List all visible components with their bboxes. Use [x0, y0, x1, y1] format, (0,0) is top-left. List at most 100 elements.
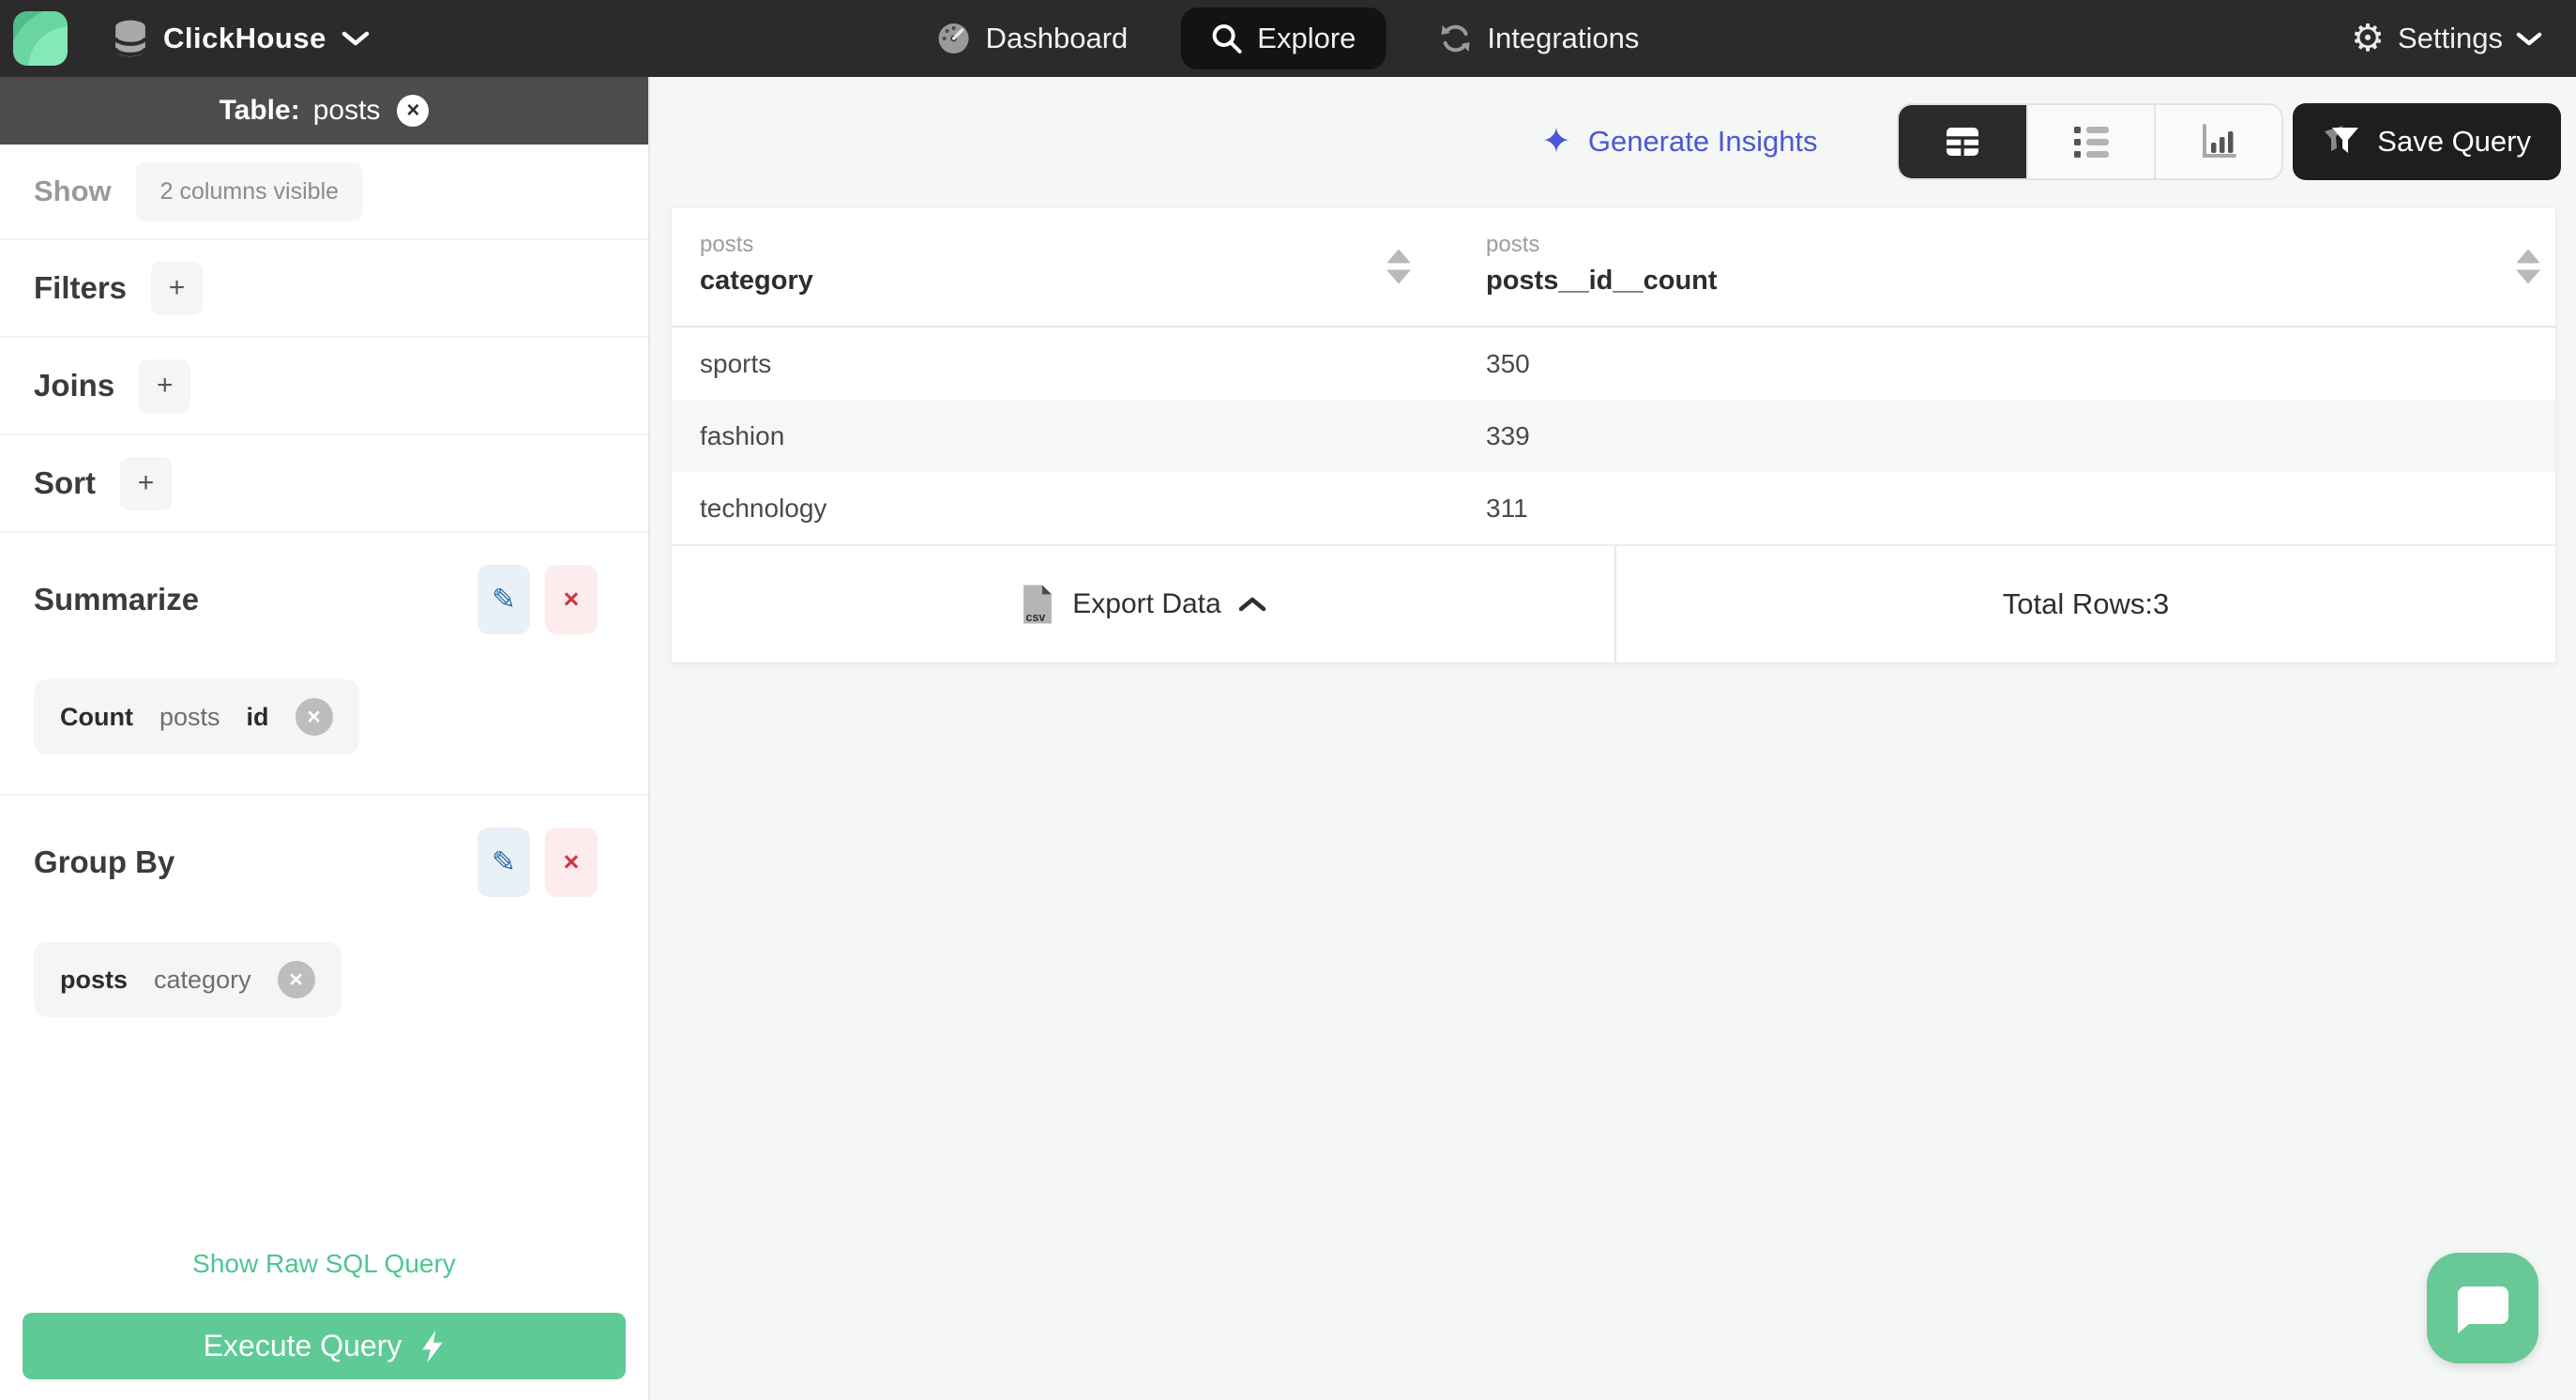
save-query-button[interactable]: Save Query	[2293, 103, 2561, 180]
database-icon	[114, 20, 147, 57]
export-data-button[interactable]: csv Export Data	[672, 546, 1616, 662]
summarize-label: Summarize	[34, 582, 200, 616]
table-row[interactable]: fashion 339	[672, 400, 2555, 472]
chip-aggregate: Count	[60, 702, 133, 731]
table-row[interactable]: sports 350	[672, 327, 2555, 400]
chevron-down-icon	[341, 31, 370, 46]
sync-icon	[1441, 24, 1470, 53]
funnel-icon	[2325, 126, 2359, 153]
table-footer: csv Export Data Total Rows:3	[672, 544, 2555, 662]
delete-x-icon: ×	[563, 584, 580, 615]
columns-visible-chip[interactable]: 2 columns visible	[135, 161, 364, 221]
chat-widget-button[interactable]	[2427, 1253, 2538, 1363]
sort-label: Sort	[34, 465, 96, 500]
table-view-toggle[interactable]	[1899, 105, 2026, 178]
column-header-count[interactable]: posts posts__id__count	[1458, 207, 2555, 326]
chat-bubble-icon	[2457, 1286, 2508, 1333]
total-rows-label: Total Rows:3	[2002, 587, 2170, 620]
gauge-icon	[938, 23, 969, 53]
nav-explore[interactable]: Explore	[1180, 8, 1386, 69]
chevron-up-icon	[1238, 597, 1265, 612]
main-nav: Dashboard Explore Integrations	[930, 0, 1647, 77]
nav-dashboard-label: Dashboard	[985, 22, 1129, 54]
nav-integrations[interactable]: Integrations	[1431, 8, 1646, 69]
group-by-chip: posts category ×	[34, 942, 341, 1017]
chip-column: category	[154, 965, 251, 994]
joins-label: Joins	[34, 368, 115, 403]
add-sort-button[interactable]: +	[120, 456, 172, 510]
sort-down-icon	[2516, 269, 2540, 284]
filters-section: Filters +	[0, 238, 648, 336]
show-raw-sql-link[interactable]: Show Raw SQL Query	[192, 1249, 456, 1279]
table-row[interactable]: technology 311	[672, 472, 2555, 544]
top-navbar: ClickHouse Dashboard Explore Integration…	[0, 0, 2576, 77]
nav-integrations-label: Integrations	[1487, 22, 1640, 54]
sort-toggle-category[interactable]	[1386, 249, 1411, 284]
table-name: posts	[312, 95, 381, 126]
export-data-label: Export Data	[1072, 588, 1221, 619]
bar-chart-icon	[2203, 124, 2236, 158]
cell-category: technology	[700, 493, 827, 523]
pencil-icon: ✎	[492, 845, 516, 878]
search-icon	[1212, 24, 1242, 53]
remove-group-by-button[interactable]: ×	[545, 828, 598, 897]
sort-down-icon	[1386, 269, 1411, 284]
chip-table: posts	[159, 702, 220, 731]
lightning-bolt-icon	[422, 1330, 443, 1362]
group-by-label: Group By	[34, 845, 175, 879]
column-group-label: posts	[700, 232, 754, 257]
csv-badge-label: csv	[1026, 611, 1046, 624]
summarize-chip: Count posts id ×	[34, 679, 359, 754]
joins-section: Joins +	[0, 336, 648, 434]
remove-chip-button[interactable]: ×	[277, 961, 315, 998]
column-header-category[interactable]: posts category	[672, 207, 1458, 326]
generate-insights-label: Generate Insights	[1587, 125, 1818, 158]
sort-toggle-count[interactable]	[2516, 249, 2540, 284]
brand-name: ClickHouse	[163, 22, 326, 54]
remove-summarize-button[interactable]: ×	[545, 565, 598, 634]
generate-insights-button[interactable]: ✦ Generate Insights	[1541, 103, 1818, 180]
show-label: Show	[34, 175, 112, 207]
add-filter-button[interactable]: +	[151, 261, 204, 315]
delete-x-icon: ×	[563, 846, 580, 877]
total-rows-indicator: Total Rows:3	[1616, 546, 2555, 662]
cell-count: 339	[1486, 420, 1530, 450]
gear-icon: ⚙	[2351, 18, 2385, 59]
edit-summarize-button[interactable]: ✎	[477, 565, 530, 634]
chip-table: posts	[60, 965, 129, 994]
cell-category: sports	[700, 348, 772, 378]
remove-table-button[interactable]: ×	[397, 95, 430, 127]
cell-count: 350	[1486, 348, 1530, 378]
chart-view-toggle[interactable]	[2154, 105, 2281, 178]
list-view-toggle[interactable]	[2026, 105, 2154, 178]
pencil-icon: ✎	[492, 583, 516, 616]
nav-dashboard[interactable]: Dashboard	[930, 8, 1136, 69]
cell-category: fashion	[700, 420, 785, 450]
summarize-section: Summarize ✎ × Count posts id ×	[0, 531, 648, 794]
column-name-label: category	[700, 266, 813, 296]
column-group-label: posts	[1486, 232, 1540, 257]
sparkle-icon: ✦	[1541, 122, 1571, 161]
csv-file-icon: csv	[1023, 585, 1053, 624]
execute-query-label: Execute Query	[203, 1329, 402, 1362]
table-header-bar: Table: posts ×	[0, 77, 648, 145]
cell-count: 311	[1486, 493, 1528, 523]
sort-up-icon	[1386, 249, 1411, 264]
settings-menu[interactable]: ⚙ Settings	[2351, 20, 2576, 57]
query-builder-sidebar: Table: posts × Show 2 columns visible Fi…	[0, 77, 650, 1400]
table-header-row: posts category posts posts__id__count	[672, 207, 2555, 327]
sort-up-icon	[2516, 249, 2540, 264]
remove-chip-button[interactable]: ×	[295, 698, 333, 736]
database-selector[interactable]: ClickHouse	[113, 19, 370, 58]
group-by-section: Group By ✎ × posts category ×	[0, 794, 648, 1057]
execute-query-button[interactable]: Execute Query	[23, 1313, 626, 1379]
app-logo[interactable]	[13, 11, 68, 66]
chevron-down-icon	[2516, 32, 2542, 45]
navbar-left: ClickHouse	[0, 11, 370, 66]
settings-label: Settings	[2397, 22, 2503, 54]
chip-column: id	[246, 702, 269, 731]
nav-explore-label: Explore	[1257, 22, 1356, 54]
show-section: Show 2 columns visible	[0, 145, 648, 238]
edit-group-by-button[interactable]: ✎	[477, 828, 530, 897]
add-join-button[interactable]: +	[139, 358, 191, 413]
